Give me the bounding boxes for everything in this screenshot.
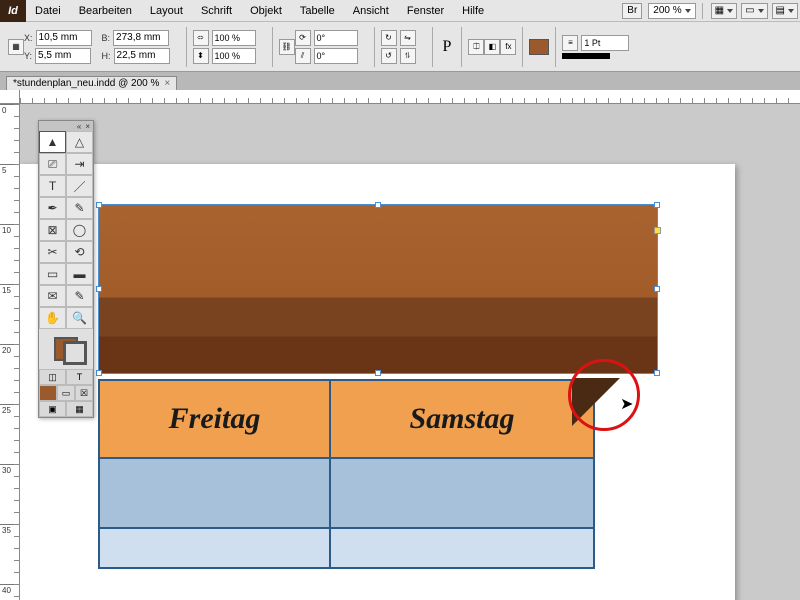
- selection-tool[interactable]: ▲: [39, 131, 66, 153]
- shear-field[interactable]: 0°: [314, 48, 358, 64]
- gradient-swatch[interactable]: ▭: [39, 263, 66, 285]
- view-mode-button[interactable]: ▦: [711, 3, 737, 19]
- zoom-level[interactable]: 200 %: [648, 3, 695, 19]
- x-field[interactable]: [36, 30, 92, 46]
- apply-none-icon[interactable]: ☒: [75, 385, 93, 401]
- menu-datei[interactable]: Datei: [26, 5, 70, 17]
- flip-v-icon[interactable]: ⥮: [400, 48, 416, 64]
- h-label: H:: [102, 51, 111, 61]
- menu-layout[interactable]: Layout: [141, 5, 192, 17]
- close-icon[interactable]: ×: [85, 122, 90, 131]
- rotate-ccw-icon[interactable]: ↺: [381, 48, 397, 64]
- shear-icon: ⫽: [295, 48, 311, 64]
- menu-tabelle[interactable]: Tabelle: [291, 5, 344, 17]
- table-cell[interactable]: [99, 528, 330, 568]
- collapse-icon[interactable]: «: [77, 122, 81, 131]
- x-label: X:: [24, 33, 33, 43]
- free-transform-tool[interactable]: ⟲: [66, 241, 93, 263]
- stroke-color-swatch[interactable]: [63, 341, 87, 365]
- table-cell[interactable]: [99, 458, 330, 528]
- mouse-cursor-icon: ➤: [620, 394, 633, 414]
- rectangle-frame-tool[interactable]: ⊠: [39, 219, 66, 241]
- timetable[interactable]: FreitagSamstag: [98, 379, 595, 569]
- reference-point[interactable]: ▦: [8, 39, 24, 55]
- document-tab[interactable]: *stundenplan_neu.indd @ 200 % ×: [6, 76, 177, 90]
- rotate-cw-icon[interactable]: ↻: [381, 30, 397, 46]
- scale-x-icon: ⬄: [193, 30, 209, 46]
- table-row: [99, 528, 594, 568]
- gap-tool[interactable]: ⇥: [66, 153, 93, 175]
- menu-objekt[interactable]: Objekt: [241, 5, 291, 17]
- horizontal-ruler[interactable]: 2252302352402452502552602652702752802852…: [20, 90, 800, 104]
- control-bar: ▦ X: Y: B: H: ⬄100 % ⬍100 % ⛓ ⟳0° ⫽0° ↻⇋…: [0, 22, 800, 72]
- vertical-ruler[interactable]: 0510152025303540: [0, 90, 20, 600]
- fill-swatch[interactable]: [529, 39, 549, 55]
- table-row: FreitagSamstag: [99, 380, 594, 458]
- stroke-style[interactable]: [562, 53, 610, 59]
- direct-selection-tool[interactable]: △: [66, 131, 93, 153]
- type-tool[interactable]: T: [39, 175, 66, 197]
- format-container-icon[interactable]: ◫: [39, 369, 66, 385]
- close-tab-icon[interactable]: ×: [164, 78, 170, 89]
- app-icon: Id: [0, 0, 26, 22]
- flip-h-icon[interactable]: ⇋: [400, 30, 416, 46]
- apply-gradient-icon[interactable]: ▭: [57, 385, 75, 401]
- fill-stroke-swatch[interactable]: [39, 329, 93, 369]
- scale-y-field[interactable]: 100 %: [212, 48, 256, 64]
- menu-schrift[interactable]: Schrift: [192, 5, 241, 17]
- ruler-origin[interactable]: [0, 90, 20, 104]
- table-row: [99, 458, 594, 528]
- stroke-weight-icon: ≡: [562, 35, 578, 51]
- panel-titlebar[interactable]: «×: [39, 121, 93, 131]
- rotate-field[interactable]: 0°: [314, 30, 358, 46]
- table-cell-freitag[interactable]: Freitag: [99, 380, 330, 458]
- menu-hilfe[interactable]: Hilfe: [453, 5, 493, 17]
- w-field[interactable]: [113, 30, 169, 46]
- tools-panel[interactable]: «× ▲△⎚⇥T／✒✎⊠◯✂⟲▭▬✉✎✋🔍 ◫ T ▭ ☒ ▣ ▦: [38, 120, 94, 418]
- scale-x-field[interactable]: 100 %: [212, 30, 256, 46]
- h-field[interactable]: [114, 48, 170, 64]
- hand-tool[interactable]: ✋: [39, 307, 66, 329]
- table-cell-samstag[interactable]: Samstag: [330, 380, 594, 458]
- effects-icon[interactable]: fx: [500, 39, 516, 55]
- scale-y-icon: ⬍: [193, 48, 209, 64]
- document-tab-bar: *stundenplan_neu.indd @ 200 % ×: [0, 72, 800, 90]
- selected-frame[interactable]: [98, 204, 658, 374]
- rectangle-tool[interactable]: ◯: [66, 219, 93, 241]
- pen-tool[interactable]: ✒: [39, 197, 66, 219]
- pencil-tool[interactable]: ✎: [66, 197, 93, 219]
- line-tool[interactable]: ／: [66, 175, 93, 197]
- page-tool[interactable]: ⎚: [39, 153, 66, 175]
- zoom-tool[interactable]: 🔍: [66, 307, 93, 329]
- y-field[interactable]: [35, 48, 91, 64]
- format-text-icon[interactable]: T: [66, 369, 93, 385]
- table-cell[interactable]: [330, 458, 594, 528]
- w-label: B:: [102, 33, 111, 43]
- menu-bearbeiten[interactable]: Bearbeiten: [70, 5, 141, 17]
- preview-mode-icon[interactable]: ▦: [66, 401, 93, 417]
- gradient-feather[interactable]: ▬: [66, 263, 93, 285]
- apply-color-icon[interactable]: [39, 385, 57, 401]
- eyedropper-tool[interactable]: ✎: [66, 285, 93, 307]
- document-canvas[interactable]: FreitagSamstag ➤: [20, 104, 800, 600]
- note-tool[interactable]: ✉: [39, 285, 66, 307]
- document-tab-title: *stundenplan_neu.indd @ 200 %: [13, 78, 159, 89]
- rotate-icon: ⟳: [295, 30, 311, 46]
- menu-ansicht[interactable]: Ansicht: [344, 5, 398, 17]
- arrange-button[interactable]: ▤: [772, 3, 798, 19]
- scissors-tool[interactable]: ✂: [39, 241, 66, 263]
- table-cell[interactable]: [330, 528, 594, 568]
- stroke-weight-field[interactable]: 1 Pt: [581, 35, 629, 51]
- menu-bar: Id Datei Bearbeiten Layout Schrift Objek…: [0, 0, 800, 22]
- screen-mode-button[interactable]: ▭: [741, 3, 767, 19]
- corner-options-icon[interactable]: ◧: [484, 39, 500, 55]
- paragraph-p-icon[interactable]: P: [443, 38, 452, 56]
- text-wrap-icon[interactable]: ⎅: [468, 39, 484, 55]
- link-icon[interactable]: ⛓: [279, 39, 295, 55]
- normal-view-icon[interactable]: ▣: [39, 401, 66, 417]
- bridge-button[interactable]: Br: [622, 3, 642, 19]
- menu-fenster[interactable]: Fenster: [398, 5, 453, 17]
- y-label: Y:: [24, 51, 32, 61]
